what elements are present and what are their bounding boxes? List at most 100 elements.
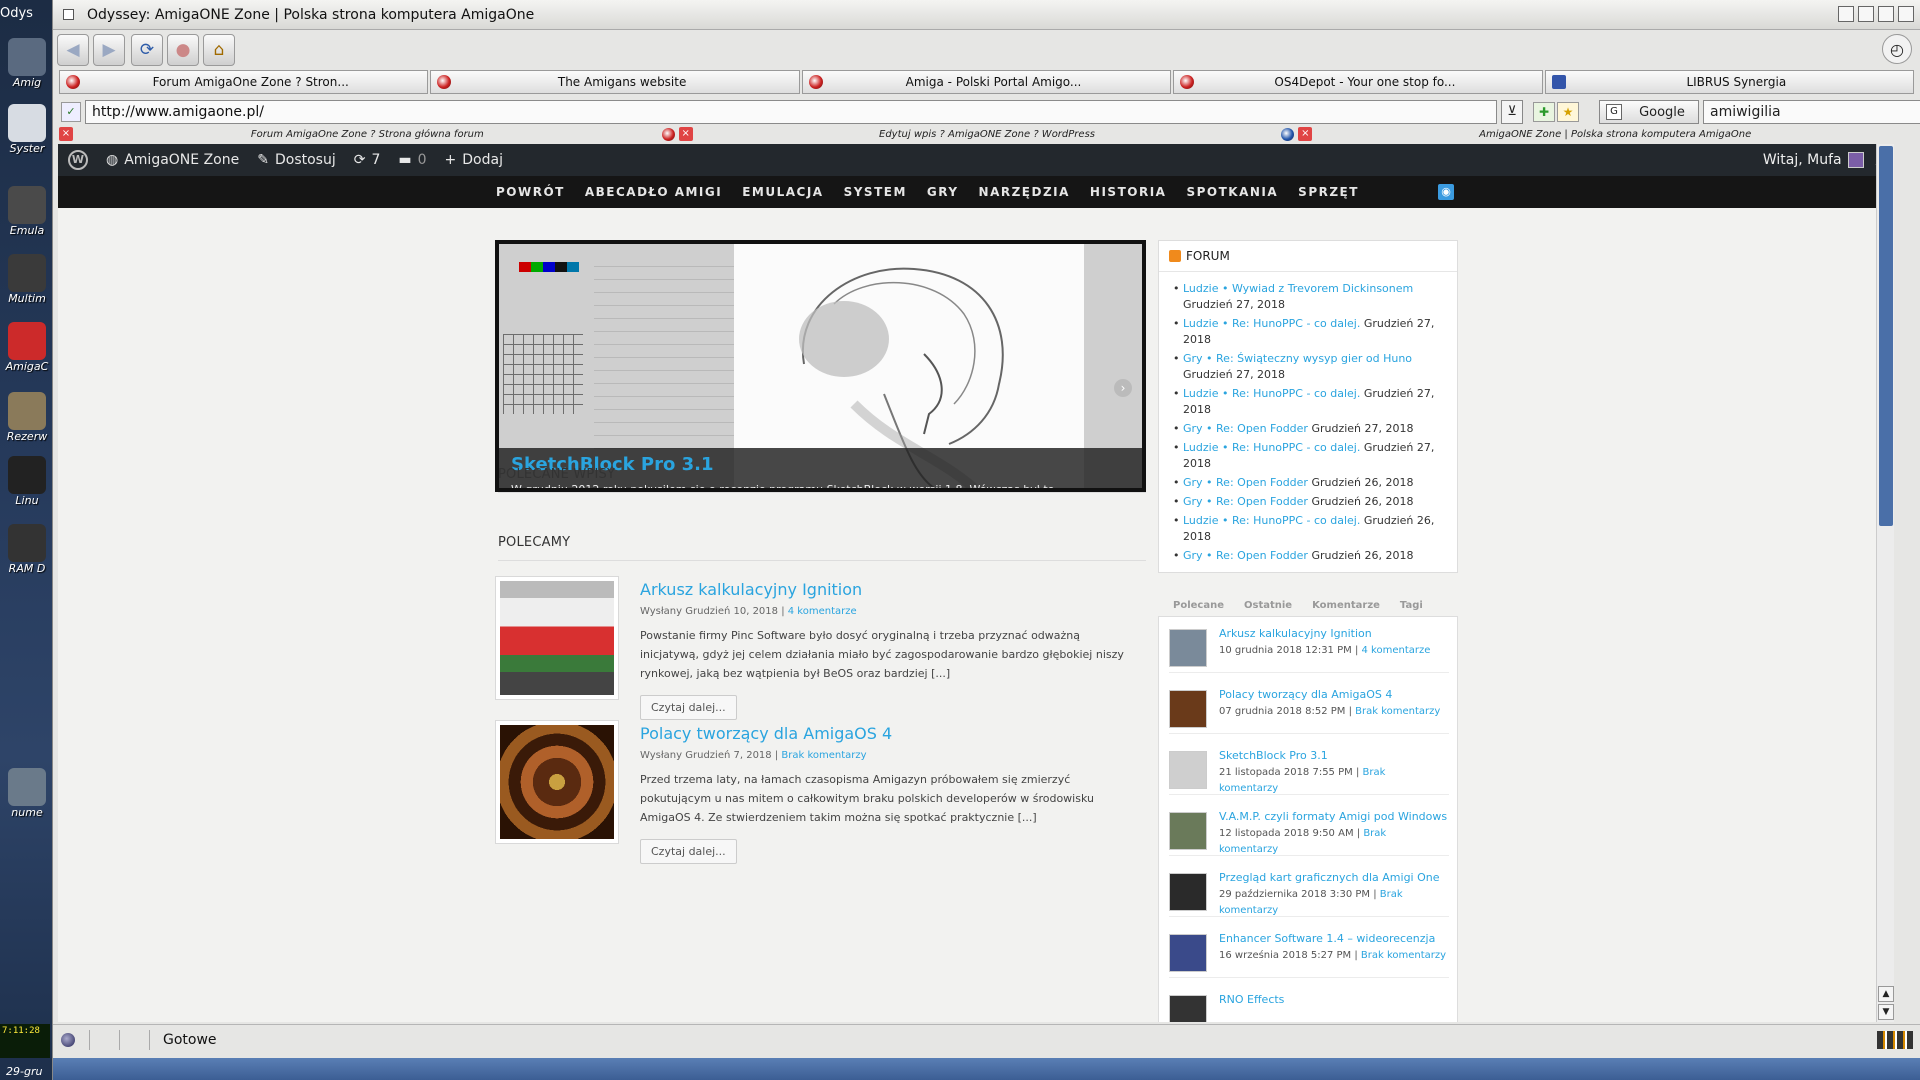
nav-item[interactable]: EMULACJA — [742, 185, 823, 199]
recent-post-title[interactable]: Polacy tworzący dla AmigaOS 4 — [1219, 688, 1392, 701]
bookmark-button[interactable]: Forum AmigaOne Zone ? Stron... — [59, 70, 429, 94]
desktop-icon[interactable]: nume — [4, 768, 50, 819]
nav-item[interactable]: HISTORIA — [1090, 185, 1167, 199]
recent-post-thumbnail[interactable] — [1169, 629, 1207, 667]
forum-topic-link[interactable]: Gry • Re: Open Fodder — [1183, 476, 1308, 489]
bookmark-button[interactable]: LIBRUS Synergia — [1544, 70, 1915, 94]
window-titlebar[interactable]: Odyssey: AmigaONE Zone | Polska strona k… — [53, 0, 1920, 30]
maximize-button[interactable] — [1878, 6, 1894, 22]
page-scrollbar[interactable]: ▲ ▼ — [1876, 144, 1894, 1022]
sidebar-tab[interactable]: Tagi — [1400, 600, 1423, 611]
forum-topic-link[interactable]: Ludzie • Re: HunoPPC - co dalej. — [1183, 441, 1360, 454]
search-input[interactable]: amiwigilia — [1703, 100, 1920, 124]
wp-logo-menu[interactable]: W — [68, 150, 88, 170]
transfers-icon[interactable] — [1877, 1031, 1913, 1049]
url-history-dropdown[interactable]: ⊻ — [1501, 100, 1523, 124]
forum-topic-link[interactable]: Ludzie • Re: HunoPPC - co dalej. — [1183, 387, 1360, 400]
recent-post-title[interactable]: V.A.M.P. czyli formaty Amigi pod Windows — [1219, 810, 1447, 823]
scroll-up-icon[interactable]: ▲ — [1878, 986, 1894, 1002]
rss-icon[interactable]: ◉ — [1438, 184, 1454, 200]
slider-next-icon[interactable]: › — [1114, 379, 1132, 397]
stop-button[interactable]: ● — [167, 34, 199, 66]
close-tab-icon[interactable]: × — [1298, 127, 1313, 141]
post-title[interactable]: Polacy tworzący dla AmigaOS 4 — [640, 724, 892, 743]
sidebar-tab[interactable]: Komentarze — [1312, 600, 1380, 611]
recent-post-thumbnail[interactable] — [1169, 873, 1207, 911]
recent-post-comments-link[interactable]: Brak komentarzy — [1361, 950, 1446, 961]
post-comments-link[interactable]: 4 komentarze — [788, 606, 857, 617]
recent-post-thumbnail[interactable] — [1169, 934, 1207, 972]
forum-topic-link[interactable]: Gry • Re: Open Fodder — [1183, 422, 1308, 435]
recent-post-comments-link[interactable]: Brak komentarzy — [1355, 706, 1440, 717]
read-more-button[interactable]: Czytaj dalej... — [640, 839, 737, 864]
desktop-icon[interactable]: Amig — [4, 38, 50, 89]
recent-post-thumbnail[interactable] — [1169, 812, 1207, 850]
read-more-button[interactable]: Czytaj dalej... — [640, 695, 737, 720]
sidebar-tab[interactable]: Ostatnie — [1244, 600, 1292, 611]
comments-link[interactable]: ▬ 0 — [398, 152, 426, 168]
featured-slider[interactable]: › SketchBlock Pro 3.1 W grudniu 2012 rok… — [495, 240, 1146, 492]
desktop-icon[interactable]: Linu — [4, 456, 50, 507]
recent-post-title[interactable]: Enhancer Software 1.4 – wideorecenzja — [1219, 932, 1435, 945]
rss-icon[interactable] — [1169, 250, 1181, 262]
nav-item[interactable]: NARZĘDZIA — [979, 185, 1070, 199]
forum-topic-link[interactable]: Gry • Re: Open Fodder — [1183, 549, 1308, 562]
nav-item[interactable]: GRY — [927, 185, 959, 199]
desktop-icon[interactable]: RAM D — [4, 524, 50, 575]
url-field[interactable]: http://www.amigaone.pl/ — [85, 100, 1497, 124]
recent-post-title[interactable]: Przegląd kart graficznych dla Amigi One — [1219, 871, 1440, 884]
recent-post-thumbnail[interactable] — [1169, 690, 1207, 728]
bookmark-button[interactable]: The Amigans website — [430, 70, 800, 94]
forward-button[interactable]: ▶ — [93, 34, 125, 66]
post-comments-link[interactable]: Brak komentarzy — [781, 750, 866, 761]
bookmark-button[interactable]: Amiga - Polski Portal Amigo... — [801, 70, 1172, 94]
activity-button[interactable]: ◴ — [1882, 34, 1912, 64]
nav-item[interactable]: SPRZĘT — [1298, 185, 1359, 199]
updates-link[interactable]: ⟳ 7 — [354, 152, 381, 168]
desktop-icon[interactable]: Multim — [4, 254, 50, 305]
forum-topic-link[interactable]: Ludzie • Re: HunoPPC - co dalej. — [1183, 514, 1360, 527]
reload-button[interactable]: ⟳ — [131, 34, 163, 66]
scrollbar-thumb[interactable] — [1879, 146, 1893, 526]
back-button[interactable]: ◀ — [57, 34, 89, 66]
desktop-icon[interactable]: AmigaC — [4, 322, 50, 373]
home-button[interactable]: ⌂ — [203, 34, 235, 66]
close-tab-icon[interactable]: × — [59, 127, 73, 141]
account-menu[interactable]: Witaj, Mufa — [1763, 152, 1864, 168]
bookmark-star-icon[interactable]: ★ — [1557, 102, 1579, 122]
nav-item[interactable]: SYSTEM — [844, 185, 907, 199]
forum-topic-link[interactable]: Ludzie • Re: HunoPPC - co dalej. — [1183, 317, 1360, 330]
search-engine-select[interactable]: G Google — [1599, 100, 1699, 124]
add-bookmark-icon[interactable]: ✚ — [1533, 102, 1555, 122]
depth-button[interactable] — [1898, 6, 1914, 22]
desktop-icon[interactable]: Syster — [4, 104, 50, 155]
recent-post-thumbnail[interactable] — [1169, 995, 1207, 1022]
recent-post-thumbnail[interactable] — [1169, 751, 1207, 789]
nav-item[interactable]: POWRÓT — [496, 185, 565, 199]
nav-item[interactable]: ABECADŁO AMIGI — [585, 185, 722, 199]
tab-1[interactable]: × Edytuj wpis ? AmigaONE Zone ? WordPress — [678, 126, 1295, 142]
post-thumbnail[interactable] — [495, 576, 619, 700]
close-tab-icon[interactable]: × — [678, 127, 693, 141]
post-thumbnail[interactable] — [495, 720, 619, 844]
recent-post-title[interactable]: RNO Effects — [1219, 993, 1284, 1006]
tab-2[interactable]: × AmigaONE Zone | Polska strona komputera… — [1298, 126, 1914, 142]
tab-0[interactable]: × Forum AmigaOne Zone ? Strona główna for… — [59, 126, 675, 142]
iconify-button[interactable] — [1838, 6, 1854, 22]
post-title[interactable]: Arkusz kalkulacyjny Ignition — [640, 580, 862, 599]
desktop-icon[interactable]: Emula — [4, 186, 50, 237]
desktop-icon[interactable]: Rezerw — [4, 392, 50, 443]
forum-topic-link[interactable]: Gry • Re: Open Fodder — [1183, 495, 1308, 508]
bookmark-button[interactable]: OS4Depot - Your one stop fo... — [1173, 70, 1543, 94]
recent-post-comments-link[interactable]: 4 komentarze — [1362, 645, 1431, 656]
scroll-down-icon[interactable]: ▼ — [1878, 1004, 1894, 1020]
forum-topic-link[interactable]: Ludzie • Wywiad z Trevorem Dickinsonem — [1183, 282, 1413, 295]
add-new-menu[interactable]: + Dodaj — [445, 152, 503, 168]
recent-post-title[interactable]: SketchBlock Pro 3.1 — [1219, 749, 1328, 762]
window-menu-icon[interactable] — [63, 9, 74, 20]
zoom-button[interactable] — [1858, 6, 1874, 22]
customize-link[interactable]: ✎ Dostosuj — [257, 152, 336, 168]
sidebar-tab[interactable]: Polecane — [1173, 600, 1224, 611]
nav-item[interactable]: SPOTKANIA — [1186, 185, 1278, 199]
site-name-menu[interactable]: ◍ AmigaONE Zone — [106, 152, 239, 168]
